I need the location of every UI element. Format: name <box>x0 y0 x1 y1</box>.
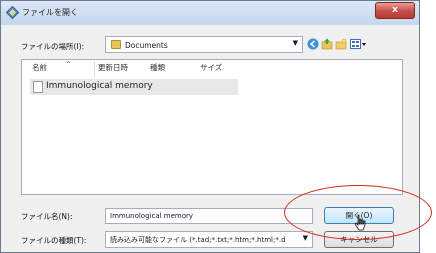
file-icon <box>33 81 43 93</box>
filetype-value: 読み込み可能なファイル (*.tad;*.txt;*.htm;*.html;*.… <box>110 236 286 244</box>
dialog-title: ファイルを開く <box>22 8 78 17</box>
column-type[interactable]: 種類 <box>150 62 165 73</box>
cursor-icon <box>354 214 366 231</box>
column-modified[interactable]: 更新日時 <box>98 62 128 73</box>
file-name: Immunological memory <box>46 81 153 91</box>
new-folder-icon[interactable] <box>335 38 347 50</box>
column-name[interactable]: 名前 <box>32 62 47 73</box>
close-button[interactable]: x <box>375 2 415 19</box>
view-menu-icon[interactable] <box>350 38 366 50</box>
location-dropdown[interactable]: Documents ▼ <box>105 36 303 53</box>
chevron-down-icon: ▼ <box>300 234 308 242</box>
file-list[interactable]: 名前 ^ 更新日時 種類 サイズ Immunological memory <box>21 59 403 195</box>
up-folder-icon[interactable] <box>321 38 333 50</box>
chevron-down-icon: ▼ <box>292 39 298 47</box>
location-value: Documents <box>125 41 168 50</box>
filetype-label: ファイルの種類(T): <box>21 236 87 245</box>
back-icon[interactable] <box>307 38 319 50</box>
column-divider <box>94 61 95 77</box>
app-icon <box>6 6 19 19</box>
sort-ascending-icon: ^ <box>66 61 72 68</box>
location-label: ファイルの場所(I): <box>21 42 85 51</box>
filename-input[interactable]: Immunological memory <box>105 208 313 224</box>
folder-icon <box>111 40 121 49</box>
title-bar[interactable]: ファイルを開く x <box>1 1 419 25</box>
list-item[interactable]: Immunological memory <box>30 79 238 95</box>
column-size[interactable]: サイズ <box>200 62 222 73</box>
filetype-dropdown[interactable]: 読み込み可能なファイル (*.tad;*.txt;*.htm;*.html;*.… <box>105 231 313 248</box>
filename-label: ファイル名(N): <box>21 212 73 221</box>
